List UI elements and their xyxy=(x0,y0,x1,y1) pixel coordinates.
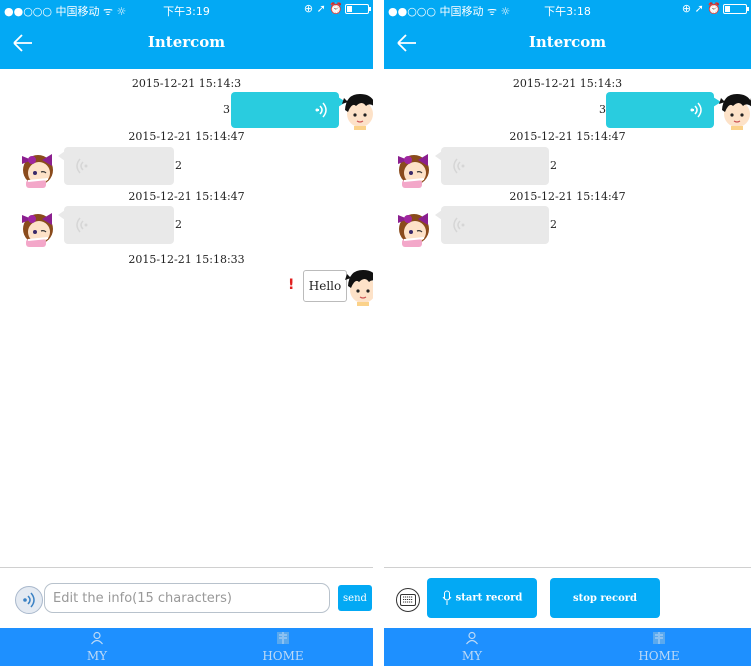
phone-screen-voice-mode: ●●○○○ 中国移动 ᯤ ☼ 下午3:18 ⊕ ➚ ⏰ Intercom 201… xyxy=(384,0,751,666)
record-bar: start record stop record xyxy=(384,567,751,628)
battery-icon xyxy=(723,4,749,14)
book-icon xyxy=(277,632,289,644)
person-icon xyxy=(466,631,478,645)
nav-bar: Intercom xyxy=(0,20,373,69)
nav-bar: Intercom xyxy=(384,20,751,69)
voice-wave-icon xyxy=(453,158,466,174)
contact-avatar xyxy=(21,153,54,188)
voice-duration: 2 xyxy=(550,218,557,231)
stop-record-button[interactable]: stop record xyxy=(550,578,660,618)
tab-bar: MY HOME xyxy=(384,628,751,666)
user-avatar xyxy=(718,93,751,130)
received-voice-bubble[interactable] xyxy=(58,206,174,244)
user-avatar xyxy=(341,93,373,130)
screen-divider xyxy=(373,0,384,666)
voice-wave-icon xyxy=(76,217,89,233)
tab-my[interactable]: MY xyxy=(37,628,157,666)
battery-icon xyxy=(345,4,371,14)
contact-avatar xyxy=(21,212,54,247)
message-timestamp: 2015-12-21 15:14:3 xyxy=(131,77,242,90)
book-icon xyxy=(653,632,665,644)
speaker-icon xyxy=(23,592,35,608)
tab-label: MY xyxy=(461,649,483,663)
received-voice-bubble[interactable] xyxy=(435,206,549,244)
send-failed-icon[interactable]: ! xyxy=(288,277,294,293)
status-bar: ●●○○○ 中国移动 ᯤ ☼ 下午3:19 ⊕ ➚ ⏰ xyxy=(0,0,373,20)
contact-avatar xyxy=(397,212,430,247)
received-voice-bubble[interactable] xyxy=(58,147,174,185)
message-timestamp: 2015-12-21 15:14:47 xyxy=(509,130,626,143)
message-timestamp: 2015-12-21 15:14:3 xyxy=(512,77,623,90)
voice-wave-icon xyxy=(314,102,327,118)
voice-duration: 2 xyxy=(175,159,182,172)
status-bar: ●●○○○ 中国移动 ᯤ ☼ 下午3:18 ⊕ ➚ ⏰ xyxy=(384,0,751,20)
contact-avatar xyxy=(397,153,430,188)
sent-voice-bubble[interactable] xyxy=(606,92,721,128)
chat-area: 2015-12-21 15:14:3 3 2015-12-21 15:14:47… xyxy=(0,69,373,568)
start-record-button[interactable]: start record xyxy=(427,578,537,618)
sent-voice-bubble[interactable] xyxy=(231,92,346,128)
status-icons: ⊕ ➚ ⏰ xyxy=(304,2,371,15)
voice-duration: 3 xyxy=(223,103,230,116)
tab-label: HOME xyxy=(638,649,680,663)
tab-home[interactable]: HOME xyxy=(223,628,343,666)
send-button[interactable]: send xyxy=(338,585,372,611)
stop-record-label: stop record xyxy=(572,592,638,604)
person-icon xyxy=(91,631,103,645)
tab-my[interactable]: MY xyxy=(412,628,532,666)
status-icons: ⊕ ➚ ⏰ xyxy=(682,2,749,15)
microphone-icon xyxy=(442,590,452,605)
page-title: Intercom xyxy=(147,33,226,51)
voice-wave-icon xyxy=(689,102,702,118)
chat-area: 2015-12-21 15:14:3 3 2015-12-21 15:14:47… xyxy=(384,69,751,568)
voice-mode-toggle[interactable] xyxy=(15,586,43,614)
input-bar: send xyxy=(0,567,373,628)
phone-screen-text-mode: ●●○○○ 中国移动 ᯤ ☼ 下午3:19 ⊕ ➚ ⏰ Intercom 201… xyxy=(0,0,373,666)
message-timestamp: 2015-12-21 15:14:47 xyxy=(128,190,245,203)
message-timestamp: 2015-12-21 15:14:47 xyxy=(509,190,626,203)
keyboard-mode-toggle[interactable] xyxy=(396,588,420,612)
voice-wave-icon xyxy=(453,217,466,233)
voice-duration: 2 xyxy=(550,159,557,172)
message-input[interactable] xyxy=(44,583,330,613)
tab-home[interactable]: HOME xyxy=(599,628,719,666)
voice-duration: 3 xyxy=(599,103,606,116)
tab-bar: MY HOME xyxy=(0,628,373,666)
keyboard-icon xyxy=(400,594,416,606)
tab-label: HOME xyxy=(262,649,304,663)
sent-text-bubble[interactable]: Hello xyxy=(303,270,347,302)
received-voice-bubble[interactable] xyxy=(435,147,549,185)
start-record-label: start record xyxy=(455,592,523,604)
voice-duration: 2 xyxy=(175,218,182,231)
message-timestamp: 2015-12-21 15:18:33 xyxy=(128,253,245,266)
user-avatar xyxy=(344,269,373,306)
page-title: Intercom xyxy=(528,33,607,51)
tab-label: MY xyxy=(86,649,108,663)
voice-wave-icon xyxy=(76,158,89,174)
message-timestamp: 2015-12-21 15:14:47 xyxy=(128,130,245,143)
